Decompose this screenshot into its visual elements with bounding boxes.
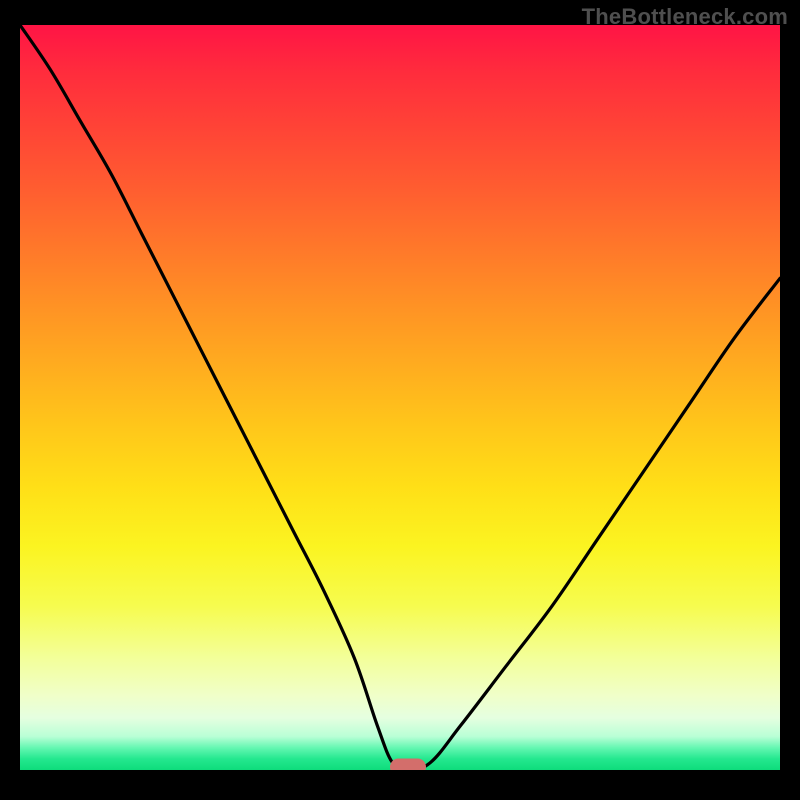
- optimal-marker: [390, 759, 426, 771]
- plot-area: [20, 25, 780, 770]
- watermark-text: TheBottleneck.com: [582, 4, 788, 30]
- chart-frame: TheBottleneck.com: [0, 0, 800, 800]
- bottleneck-curve: [20, 25, 780, 770]
